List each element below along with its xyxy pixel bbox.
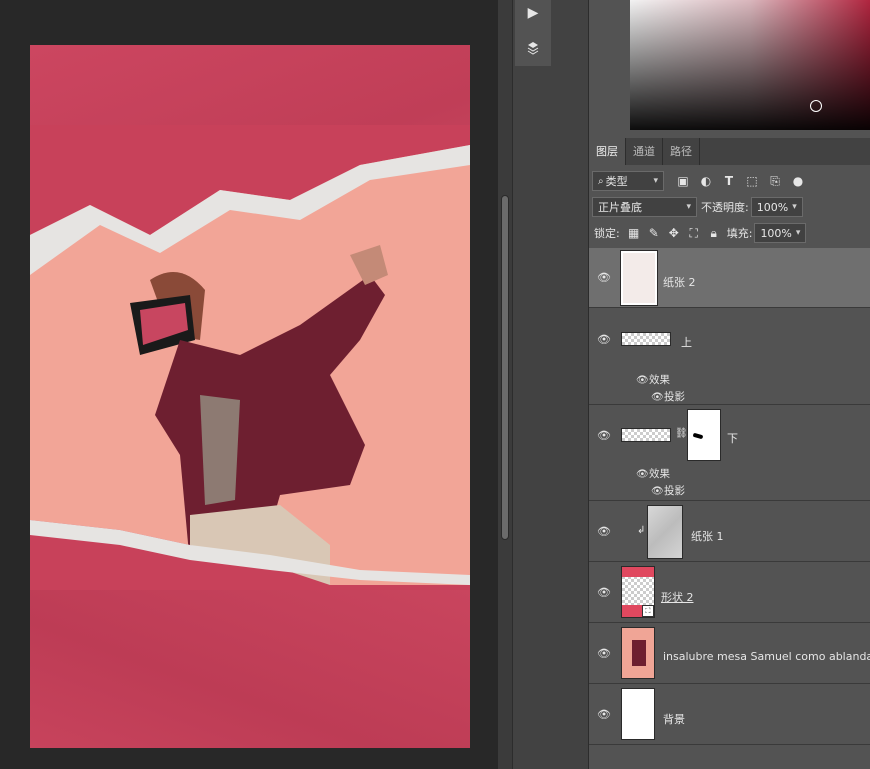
eye-icon[interactable]: 👁︎ [651,486,664,497]
eye-icon[interactable]: 👁︎ [636,375,649,386]
clip-arrow-icon: ↲ [637,525,646,536]
layer-name[interactable]: 下 [727,430,738,446]
blend-row: 正片叠底 ▾ 不透明度: 100% ▾ [589,197,870,217]
link-icon[interactable]: ⛓︎ [675,428,688,439]
layers-list: 👁︎ 纸张 2 👁︎ 上 👁︎效果 👁︎投影 👁︎ ⛓︎ 下 👁︎效果 👁︎投影 [589,248,870,769]
layer-row[interactable]: 👁︎ 背景 [589,685,870,745]
effect-item[interactable]: 👁︎投影 [651,483,685,498]
lock-pixels-icon[interactable]: ▦ [625,224,643,242]
tab-layers[interactable]: 图层 [589,138,626,165]
fill-label: 填充: [726,227,753,240]
opacity-label: 不透明度: [701,201,749,214]
layer-name[interactable]: insalubre mesa Samuel como ablandar una [663,650,870,663]
image-filter-icon[interactable]: ▣ [674,172,692,190]
eye-icon[interactable]: 👁︎ [597,430,611,442]
panel-tool-strip: ▶ [512,0,588,769]
tool-strip-buttons: ▶ [515,0,551,66]
layer-name[interactable]: 纸张 1 [691,528,724,544]
filter-kind-label: 类型 [605,175,628,188]
chevron-down-icon[interactable]: ▾ [796,228,801,238]
canvas-scrollbar[interactable] [498,0,512,769]
toggle-filter-icon[interactable]: ● [789,172,807,190]
layer-name[interactable]: 纸张 2 [663,274,696,290]
lock-icon[interactable]: 🔒︎ [705,224,723,242]
document-image[interactable] [30,45,470,748]
eye-icon[interactable]: 👁︎ [597,709,611,721]
layer-row[interactable]: 👁︎ insalubre mesa Samuel como ablandar u… [589,624,870,684]
layer-row[interactable]: 👁︎ ⛓︎ 下 👁︎效果 👁︎投影 [589,406,870,501]
effect-label: 投影 [664,391,685,403]
fill-value: 100% [760,226,792,240]
filter-kind-select[interactable]: ⌕ 类型 ▾ [592,171,664,191]
layers-panel-tabs: 图层 通道 路径 [589,138,870,165]
layer-filter-row: ⌕ 类型 ▾ ▣ ◐ T ⬚ ⎘ ● [589,171,870,191]
layer-thumbnail [621,627,655,679]
adjustment-filter-icon[interactable]: ◐ [697,172,715,190]
effects-row[interactable]: 👁︎效果 [636,466,670,481]
3d-layers-icon[interactable] [520,36,546,62]
layer-thumbnail [620,250,658,306]
fill-input[interactable]: 100% ▾ [754,223,807,243]
layer-mask-thumbnail[interactable] [687,409,721,461]
layer-row[interactable]: 👁︎ 上 👁︎效果 👁︎投影 [589,309,870,405]
play-icon[interactable]: ▶ [520,0,546,26]
chevron-down-icon: ▾ [686,202,691,212]
model-photo-image [30,125,470,585]
layer-name[interactable]: 上 [681,334,692,350]
effects-label: 效果 [649,468,670,480]
layer-thumbnail [647,505,683,559]
shape-filter-icon[interactable]: ⬚ [743,172,761,190]
layer-row[interactable]: 👁︎ ⛶ 形状 2 [589,563,870,623]
brush-icon[interactable]: ✎ [645,224,663,242]
tab-channels[interactable]: 通道 [626,138,663,165]
layer-thumbnail [621,688,655,740]
type-filter-icon[interactable]: T [720,172,738,190]
layer-thumbnail [621,428,671,442]
effects-label: 效果 [649,374,670,386]
blend-mode-select[interactable]: 正片叠底 ▾ [592,197,697,217]
layer-name[interactable]: 形状 2 [661,589,694,605]
effect-item[interactable]: 👁︎投影 [651,389,685,404]
artboard-icon[interactable]: ⛶ [685,224,703,242]
layer-row[interactable]: 👁︎ 纸张 2 [589,248,870,308]
layer-thumbnail: ⛶ [621,566,655,618]
eye-icon[interactable]: 👁︎ [597,648,611,660]
layer-name[interactable]: 背景 [663,711,685,727]
eye-icon[interactable]: 👁︎ [597,272,611,284]
right-panels: 图层 通道 路径 ⌕ 类型 ▾ ▣ ◐ T ⬚ ⎘ ● 正片叠底 ▾ 不透明度:… [588,0,870,769]
layer-row[interactable]: 👁︎ ↲ 纸张 1 [589,502,870,562]
lock-row: 锁定: ▦ ✎ ✥ ⛶ 🔒︎ 填充: 100% ▾ [589,223,870,243]
move-icon[interactable]: ✥ [665,224,683,242]
eye-icon[interactable]: 👁︎ [597,587,611,599]
layer-thumbnail [621,332,671,346]
model-figure [30,125,470,585]
effect-label: 投影 [664,485,685,497]
smart-object-filter-icon[interactable]: ⎘ [766,172,784,190]
opacity-value: 100% [756,200,789,214]
eye-icon[interactable]: 👁︎ [636,469,649,480]
scrollbar-thumb[interactable] [501,195,509,540]
color-picker-field[interactable] [630,0,870,130]
eye-icon[interactable]: 👁︎ [597,526,611,538]
opacity-input[interactable]: 100% ▾ [750,197,803,217]
eye-icon[interactable]: 👁︎ [597,334,611,346]
eye-icon[interactable]: 👁︎ [651,392,664,403]
chevron-down-icon[interactable]: ▾ [792,202,797,212]
chevron-down-icon: ▾ [653,176,658,186]
lock-label: 锁定: [594,227,620,240]
blend-mode-label: 正片叠底 [598,201,642,214]
paper-bottom-image [30,590,470,748]
tab-paths[interactable]: 路径 [663,138,700,165]
color-picker-cursor[interactable] [810,100,822,112]
effects-row[interactable]: 👁︎效果 [636,372,670,387]
document-canvas-area[interactable] [0,0,498,769]
search-icon: ⌕ [598,175,604,187]
